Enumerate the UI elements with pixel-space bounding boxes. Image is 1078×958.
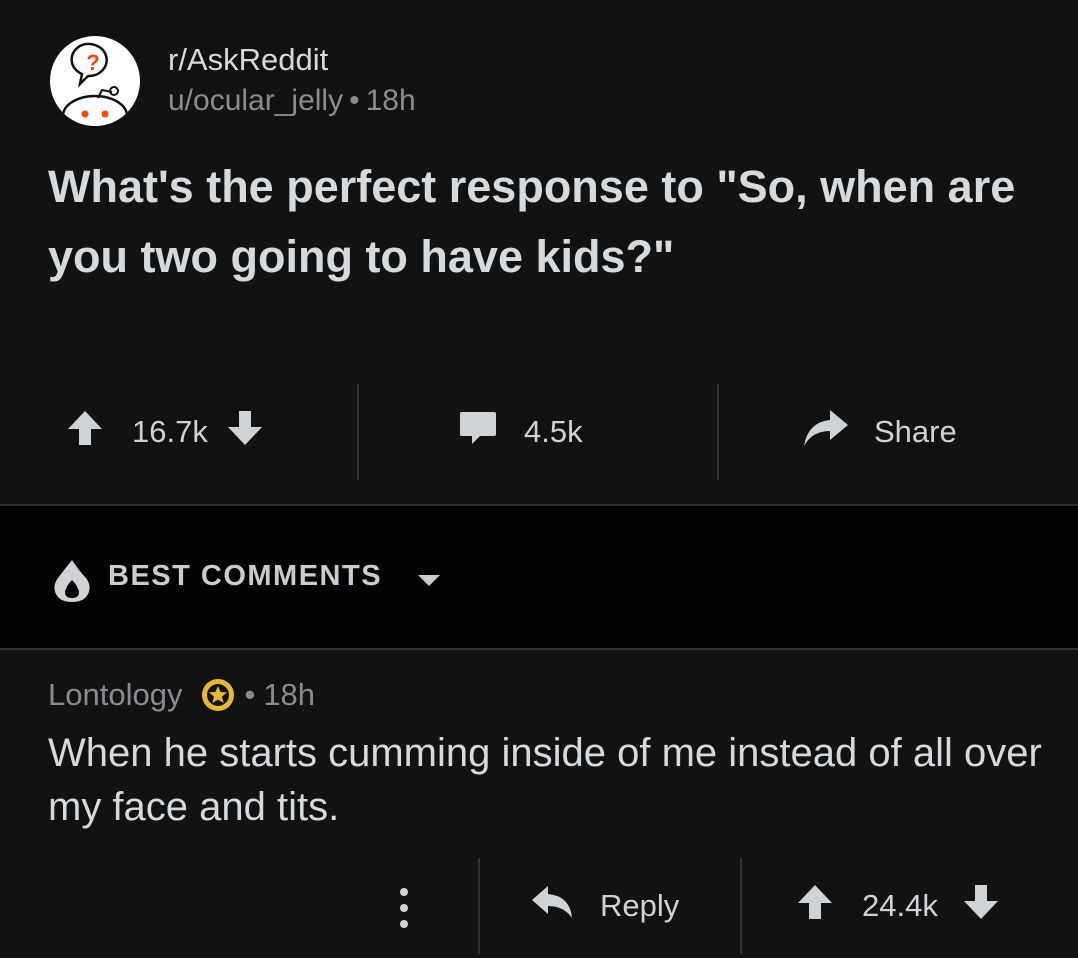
sort-label: BEST COMMENTS [108, 560, 383, 592]
section-divider [0, 648, 1078, 650]
comment-author[interactable]: Lontology [48, 674, 182, 716]
comment-separator: • [244, 677, 256, 712]
downvote-icon[interactable] [962, 882, 1000, 930]
upvote-icon[interactable] [796, 882, 834, 930]
post-title[interactable]: What's the perfect response to "So, when… [48, 152, 1038, 292]
action-divider [357, 384, 359, 480]
action-divider [478, 858, 480, 954]
share-button[interactable]: Share [802, 384, 957, 480]
action-divider [717, 384, 719, 480]
subreddit-avatar[interactable]: ? [50, 36, 140, 126]
post-score: 16.7k [132, 414, 208, 449]
post-meta: r/AskReddit u/ocular_jelly • 18h [168, 41, 416, 121]
comment-vote-group: 24.4k [796, 858, 1000, 954]
upvote-icon[interactable] [66, 408, 104, 456]
post-comment-count: 4.5k [524, 414, 583, 449]
comment-score: 24.4k [862, 888, 938, 923]
byline-separator: • [349, 84, 360, 117]
comment-body: When he starts cumming inside of me inst… [48, 731, 1042, 829]
post-actions-bar: 16.7k 4.5k Share [0, 384, 1078, 480]
subreddit-name[interactable]: r/AskReddit [168, 41, 416, 79]
askreddit-logo-icon: ? [51, 37, 139, 126]
flame-icon [52, 558, 92, 609]
svg-text:?: ? [86, 50, 99, 75]
reply-button[interactable]: Reply [530, 858, 679, 954]
post-vote-group: 16.7k [66, 384, 264, 480]
post-age: 18h [365, 84, 416, 117]
comment-bubble-icon [458, 410, 498, 454]
post-author[interactable]: u/ocular_jelly [168, 84, 343, 117]
post-byline: u/ocular_jelly • 18h [168, 81, 416, 121]
comment-sort-bar[interactable]: BEST COMMENTS [0, 506, 1078, 648]
comment-age: 18h [263, 677, 316, 712]
share-label: Share [874, 414, 957, 449]
post-comments-button[interactable]: 4.5k [458, 384, 583, 480]
reply-label: Reply [600, 888, 680, 923]
award-star-icon[interactable] [200, 677, 236, 713]
action-divider [740, 858, 742, 954]
reply-arrow-icon [530, 883, 574, 929]
chevron-down-icon [416, 572, 442, 593]
comment-actions-bar: Reply 24.4k [0, 858, 1078, 954]
post-header: ? r/AskReddit u/ocular_jelly • 18h [50, 36, 416, 126]
share-arrow-icon [802, 408, 850, 456]
more-options-icon[interactable] [396, 886, 412, 935]
comment-meta: Lontology • 18h [48, 674, 315, 716]
downvote-icon[interactable] [226, 408, 264, 456]
